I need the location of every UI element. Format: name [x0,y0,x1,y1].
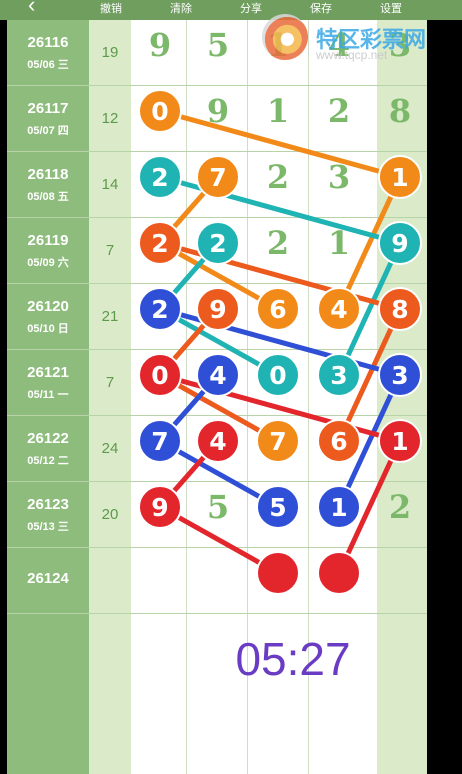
ball-digit: 9 [209,295,226,324]
ball-digit: 1 [391,163,408,192]
ball-digit: 4 [209,427,226,456]
number-ball: 1 [317,485,361,529]
number-ball: 9 [138,485,182,529]
ball-digit: 7 [269,427,286,456]
ball-digit: 0 [151,97,168,126]
number-ball: 2 [196,221,240,265]
trend-line [157,174,403,246]
number-ball: 7 [256,419,300,463]
ball-digit: 3 [391,361,408,390]
number-ball: 5 [256,485,300,529]
number-ball: 0 [138,353,182,397]
ball-digit: 6 [330,427,347,456]
trend-lines-and-balls: 02 7 12 2 92 9 6 4 80 4 0 3 37 4 7 6 19 5 1 [138,89,422,595]
ball-digit: 4 [330,295,347,324]
ball-digit: 0 [151,361,168,390]
ball-digit: 8 [391,295,408,324]
number-ball: 3 [317,353,361,397]
ball-digit: 2 [151,229,168,258]
ball-circle [256,551,300,595]
number-ball: 7 [138,419,182,463]
ball-circle [317,551,361,595]
ball-digit: 5 [269,493,286,522]
number-ball: 6 [256,287,300,331]
ball-digit: 2 [151,295,168,324]
watermark: 特区彩票网 www.tqcp.net [262,6,462,62]
number-ball: 4 [196,419,240,463]
ball-digit: 7 [209,163,226,192]
number-ball [317,551,361,595]
undo-button[interactable]: 撤销 [100,3,122,15]
ball-digit: 3 [330,361,347,390]
number-ball: 2 [138,287,182,331]
chevron-left-icon[interactable]: ‹ [28,0,35,16]
number-ball: 8 [378,287,422,331]
trend-line [157,108,403,180]
number-ball: 9 [378,221,422,265]
number-ball: 0 [256,353,300,397]
number-ball: 4 [317,287,361,331]
ball-digit: 1 [391,427,408,456]
watermark-url: www.tqcp.net [316,48,388,62]
number-ball [256,551,300,595]
ball-digit: 0 [269,361,286,390]
ball-digit: 1 [330,493,347,522]
share-button[interactable]: 分享 [240,3,262,15]
number-ball: 7 [196,155,240,199]
number-ball: 3 [378,353,422,397]
number-ball: 6 [317,419,361,463]
countdown-timer: 05:27 [235,633,351,685]
logo-icon [262,14,308,60]
number-ball: 4 [196,353,240,397]
ball-digit: 9 [391,229,408,258]
ball-digit: 9 [151,493,168,522]
number-ball: 2 [138,155,182,199]
ball-digit: 7 [151,427,168,456]
number-ball: 1 [378,419,422,463]
clear-button[interactable]: 清除 [170,3,192,15]
ball-digit: 2 [209,229,226,258]
number-ball: 2 [138,221,182,265]
ball-digit: 4 [209,361,226,390]
number-ball: 9 [196,287,240,331]
ball-digit: 6 [269,295,286,324]
number-ball: 0 [138,89,182,133]
trend-chart: 26116 05/06 三 19 26117 05/07 四 12 26118 05/08 五… [7,20,427,774]
ball-digit: 2 [151,163,168,192]
number-ball: 1 [378,155,422,199]
